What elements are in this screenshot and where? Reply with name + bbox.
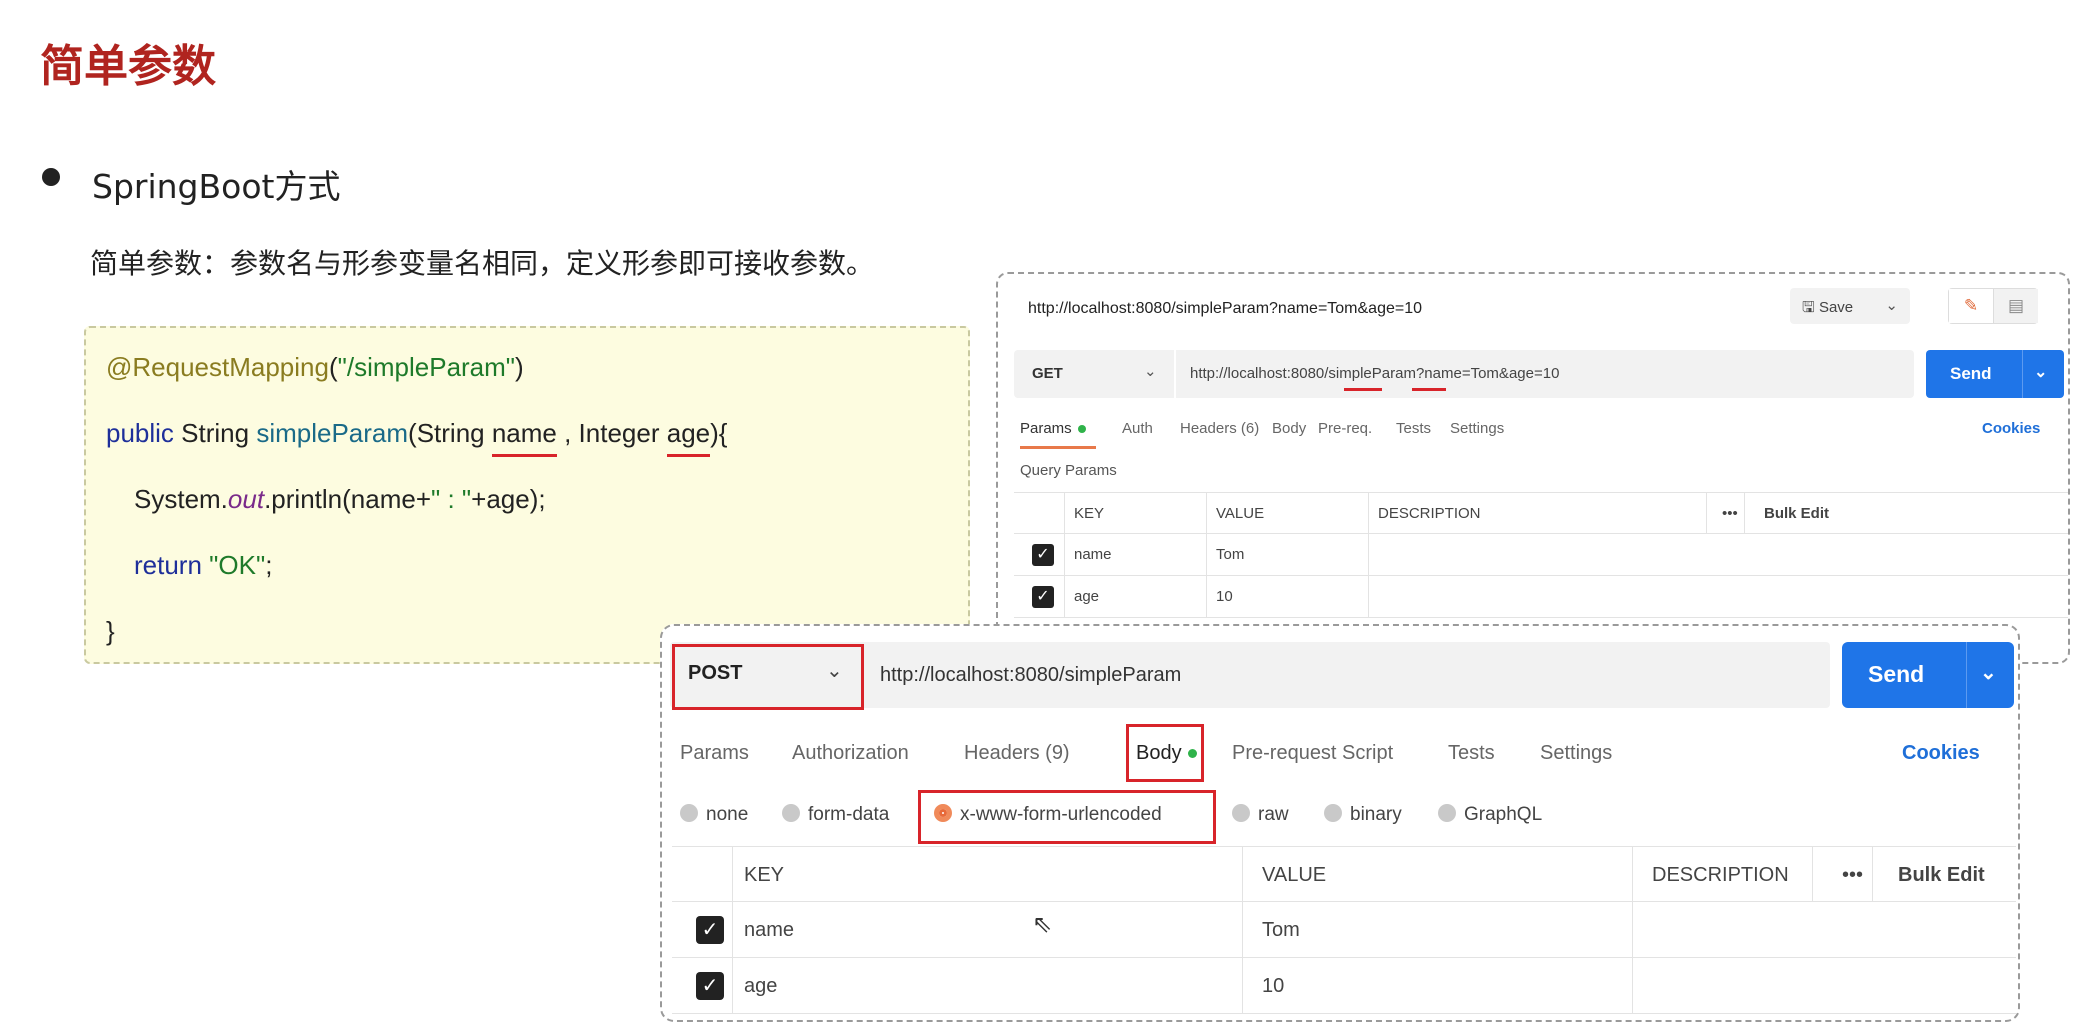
post-request-panel: POST ⌄ http://localhost:8080/simpleParam… (660, 624, 2020, 1022)
chevron-down-icon: ⌄ (1885, 297, 1898, 314)
body-type-graphql[interactable]: GraphQL (1438, 804, 1542, 826)
radio-icon (1324, 804, 1342, 822)
radio-icon (680, 804, 698, 822)
table-row: ✓ age 10 (672, 958, 2016, 1014)
request-bar: GET ⌄ http://localhost:8080/simpleParam?… (1014, 350, 1914, 398)
request-title: http://localhost:8080/simpleParam?name=T… (1028, 300, 1423, 317)
row-checkbox[interactable]: ✓ (1032, 544, 1054, 566)
body-type-form-data[interactable]: form-data (782, 804, 889, 826)
active-tab-indicator (1020, 446, 1096, 449)
param-name-underlined: name (491, 418, 557, 457)
get-request-panel: http://localhost:8080/simpleParam?name=T… (996, 272, 2070, 664)
tab-settings[interactable]: Settings (1450, 420, 1504, 437)
save-icon: 🖫 (1802, 299, 1815, 316)
row-checkbox[interactable]: ✓ (696, 972, 724, 1000)
tab-settings[interactable]: Settings (1540, 742, 1612, 765)
description-text: 简单参数：参数名与形参变量名相同，定义形参即可接收参数。 (90, 247, 875, 280)
code-line-3: System.out.println(name+" : "+age); (134, 484, 546, 514)
send-button[interactable]: Send ⌄ (1842, 642, 2014, 708)
tab-prereq[interactable]: Pre-req. (1318, 420, 1372, 437)
url-input[interactable]: http://localhost:8080/simpleParam?name=T… (1190, 365, 1559, 382)
code-line-2: public String simpleParam(String name , … (106, 418, 727, 457)
tab-authorization[interactable]: Authorization (792, 742, 909, 765)
cookies-link[interactable]: Cookies (1902, 742, 1980, 765)
code-line-5: } (106, 616, 115, 646)
more-icon[interactable]: ••• (1722, 505, 1738, 522)
chevron-down-icon: ⌄ (1144, 363, 1157, 380)
request-tabs: Params Auth Headers (6) Body Pre-req. Te… (1020, 420, 2060, 450)
mouse-cursor-icon: ⇖ (1032, 910, 1053, 938)
code-line-1: @RequestMapping("/simpleParam") (106, 352, 524, 382)
body-tab-highlight (1126, 724, 1204, 782)
url-input[interactable]: http://localhost:8080/simpleParam (880, 664, 1181, 687)
tab-body[interactable]: Body (1272, 420, 1306, 437)
body-type-raw[interactable]: raw (1232, 804, 1289, 826)
more-icon[interactable]: ••• (1842, 864, 1863, 887)
save-button[interactable]: 🖫 Save ⌄ (1790, 288, 1910, 324)
row-checkbox[interactable]: ✓ (1032, 586, 1054, 608)
tab-prerequest-script[interactable]: Pre-request Script (1232, 742, 1393, 765)
row-checkbox[interactable]: ✓ (696, 916, 724, 944)
table-header: KEY VALUE DESCRIPTION ••• Bulk Edit (1014, 492, 2068, 534)
status-dot (1077, 425, 1086, 434)
param-age-underlined: age (666, 418, 711, 457)
comment-icon[interactable]: ▤ (1994, 289, 2038, 323)
chevron-down-icon[interactable]: ⌄ (2034, 362, 2047, 382)
url-age-underline (1412, 388, 1446, 391)
tab-auth[interactable]: Auth (1122, 420, 1153, 437)
tab-tests[interactable]: Tests (1448, 742, 1495, 765)
bullet-heading: SpringBoot方式 (92, 167, 341, 206)
code-line-4: return "OK"; (134, 550, 273, 580)
method-select[interactable]: GET (1032, 365, 1063, 382)
table-header: KEY VALUE DESCRIPTION ••• Bulk Edit (672, 846, 2016, 902)
body-type-binary[interactable]: binary (1324, 804, 1402, 826)
edit-icon[interactable]: ✎ (1949, 289, 1994, 323)
tab-headers[interactable]: Headers (9) (964, 742, 1070, 765)
method-select[interactable]: POST (688, 662, 742, 685)
send-button[interactable]: Send ⌄ (1926, 350, 2064, 398)
query-params-label: Query Params (1020, 462, 1117, 479)
bullet-dot (42, 168, 60, 186)
tab-params[interactable]: Params (680, 742, 749, 765)
slide-title: 简单参数 (40, 41, 216, 92)
cookies-link[interactable]: Cookies (1982, 420, 2040, 437)
tab-params[interactable]: Params (1020, 420, 1086, 437)
code-block: @RequestMapping("/simpleParam") public S… (84, 326, 970, 664)
table-row: ✓ age 10 (1014, 576, 2068, 618)
urlencoded-highlight (918, 790, 1216, 844)
radio-icon (1438, 804, 1456, 822)
tab-tests[interactable]: Tests (1396, 420, 1431, 437)
table-row: ✓ name Tom (672, 902, 2016, 958)
body-type-none[interactable]: none (680, 804, 748, 826)
chevron-down-icon[interactable]: ⌄ (1980, 660, 1997, 685)
annotation: @RequestMapping (106, 352, 329, 382)
radio-icon (1232, 804, 1250, 822)
radio-icon (782, 804, 800, 822)
view-toggle: ✎ ▤ (1948, 288, 2038, 324)
url-name-underline (1344, 388, 1382, 391)
bulk-edit-link[interactable]: Bulk Edit (1898, 864, 1985, 887)
tab-headers[interactable]: Headers (6) (1180, 420, 1259, 437)
table-row: ✓ name Tom (1014, 534, 2068, 576)
chevron-down-icon: ⌄ (826, 660, 843, 682)
bulk-edit-link[interactable]: Bulk Edit (1764, 505, 1829, 522)
